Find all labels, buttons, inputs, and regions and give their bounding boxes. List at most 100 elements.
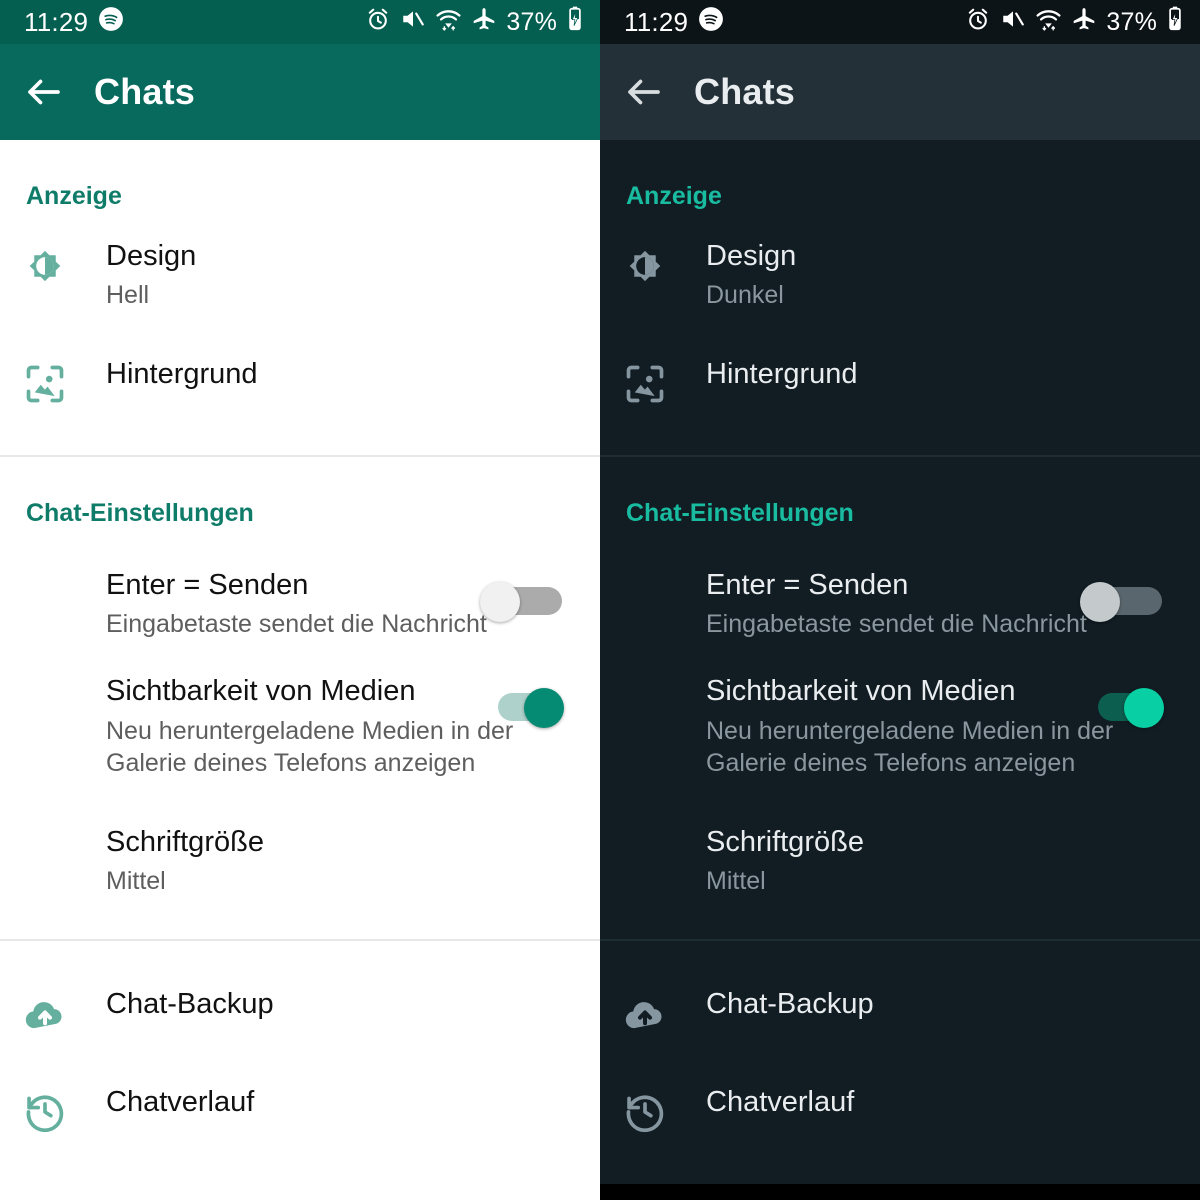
settings-list: Anzeige Design Dunkel Hintergrund Chat-E… [600, 140, 1200, 1200]
navigation-bar-strip [600, 1184, 1200, 1200]
setting-title: Hintergrund [106, 358, 258, 391]
setting-title: Design [106, 240, 197, 272]
back-arrow-icon[interactable] [614, 62, 674, 122]
toggle-enter-is-send[interactable] [480, 582, 564, 623]
toggle-enter-is-send[interactable] [1080, 582, 1164, 623]
setting-subtitle: Hell [106, 281, 150, 310]
history-icon [618, 1085, 672, 1139]
brightness-icon [618, 239, 672, 293]
setting-subtitle: Mittel [106, 866, 166, 895]
setting-title: Chatverlauf [706, 1085, 855, 1118]
wallpaper-icon [18, 357, 72, 411]
setting-row-enter-is-send[interactable]: Enter = Senden Eingabetaste sendet die N… [600, 568, 1200, 640]
airplane-mode-icon [1071, 6, 1097, 39]
wallpaper-icon [618, 357, 672, 411]
section-header-chat-settings: Chat-Einstellungen [626, 499, 854, 528]
toggle-knob [480, 582, 520, 623]
section-header-chat-settings: Chat-Einstellungen [26, 499, 254, 528]
battery-percent: 37% [506, 7, 557, 36]
setting-text-font-size: Schriftgröße Mittel [672, 825, 1200, 897]
battery-charging-icon [1166, 6, 1184, 39]
setting-title: Chat-Backup [106, 987, 274, 1020]
page-title: Chats [694, 71, 796, 112]
status-time: 11:29 [24, 7, 89, 37]
setting-row-chat-history[interactable]: Chatverlauf [600, 1085, 1200, 1139]
setting-text-wallpaper: Hintergrund [672, 357, 1200, 391]
setting-text-chat-backup: Chat-Backup [672, 987, 1200, 1021]
setting-row-wallpaper[interactable]: Hintergrund [600, 357, 1200, 411]
status-bar-right: 37% [365, 6, 584, 39]
setting-title: Schriftgröße [706, 825, 864, 858]
theme-comparison: 11:29 37% Chats Anzeige Design Hell Hint… [0, 0, 1200, 1200]
status-bar: 11:29 37% [600, 0, 1200, 44]
light-theme-screen: 11:29 37% Chats Anzeige Design Hell Hint… [0, 0, 600, 1200]
setting-text-design: Design Dunkel [672, 239, 1200, 311]
history-icon [18, 1085, 72, 1139]
section-header-display: Anzeige [26, 182, 122, 210]
setting-row-font-size[interactable]: Schriftgröße Mittel [0, 825, 600, 897]
setting-title: Chat-Backup [706, 987, 874, 1020]
alarm-icon [365, 6, 391, 39]
app-bar: Chats [0, 44, 600, 140]
setting-text-chat-history: Chatverlauf [72, 1085, 600, 1119]
airplane-mode-icon [471, 6, 497, 39]
section-header-display: Anzeige [626, 182, 722, 210]
back-arrow-icon[interactable] [14, 62, 74, 122]
cloud-upload-icon [618, 987, 672, 1041]
setting-row-font-size[interactable]: Schriftgröße Mittel [600, 825, 1200, 897]
section-divider [0, 938, 600, 941]
setting-text-wallpaper: Hintergrund [72, 357, 600, 391]
setting-title: Chatverlauf [106, 1085, 255, 1118]
setting-text-design: Design Hell [72, 239, 600, 311]
cloud-upload-icon [18, 987, 72, 1041]
status-bar-left: 11:29 [624, 6, 724, 39]
setting-row-media-visibility[interactable]: Sichtbarkeit von Medien Neu heruntergela… [600, 674, 1200, 778]
status-bar: 11:29 37% [0, 0, 600, 44]
setting-row-wallpaper[interactable]: Hintergrund [0, 357, 600, 411]
setting-text-font-size: Schriftgröße Mittel [72, 825, 600, 897]
setting-subtitle: Dunkel [706, 281, 784, 310]
mute-icon [1000, 6, 1026, 39]
toggle-knob [524, 688, 564, 729]
wifi-icon [1035, 6, 1062, 39]
setting-title: Design [706, 240, 797, 272]
setting-row-design[interactable]: Design Dunkel [600, 239, 1200, 311]
toggle-knob [1124, 688, 1164, 729]
toggle-media-visibility[interactable] [480, 688, 564, 729]
status-time: 11:29 [624, 7, 689, 37]
page-title: Chats [94, 71, 196, 112]
battery-charging-icon [566, 6, 584, 39]
setting-row-chat-backup[interactable]: Chat-Backup [0, 987, 600, 1041]
setting-row-chat-history[interactable]: Chatverlauf [0, 1085, 600, 1139]
toggle-media-visibility[interactable] [1080, 688, 1164, 729]
status-bar-left: 11:29 [24, 6, 124, 39]
setting-row-enter-is-send[interactable]: Enter = Senden Eingabetaste sendet die N… [0, 568, 600, 640]
setting-subtitle: Mittel [706, 866, 766, 895]
alarm-icon [965, 6, 991, 39]
setting-title: Schriftgröße [106, 825, 264, 858]
mute-icon [400, 6, 426, 39]
setting-row-media-visibility[interactable]: Sichtbarkeit von Medien Neu heruntergela… [0, 674, 600, 778]
settings-list: Anzeige Design Hell Hintergrund Chat-Ein… [0, 140, 600, 1200]
status-bar-right: 37% [965, 6, 1184, 39]
wifi-icon [435, 6, 462, 39]
setting-row-chat-backup[interactable]: Chat-Backup [600, 987, 1200, 1041]
setting-text-chat-history: Chatverlauf [672, 1085, 1200, 1119]
dark-theme-screen: 11:29 37% Chats Anzeige Design Dunkel Hi… [600, 0, 1200, 1200]
setting-title: Hintergrund [706, 358, 858, 391]
toggle-knob [1080, 582, 1120, 623]
setting-row-design[interactable]: Design Hell [0, 239, 600, 311]
brightness-icon [18, 239, 72, 293]
spotify-icon [98, 6, 124, 39]
app-bar: Chats [600, 44, 1200, 140]
battery-percent: 37% [1106, 7, 1157, 36]
section-divider [600, 938, 1200, 941]
spotify-icon [698, 6, 724, 39]
setting-text-chat-backup: Chat-Backup [72, 987, 600, 1021]
